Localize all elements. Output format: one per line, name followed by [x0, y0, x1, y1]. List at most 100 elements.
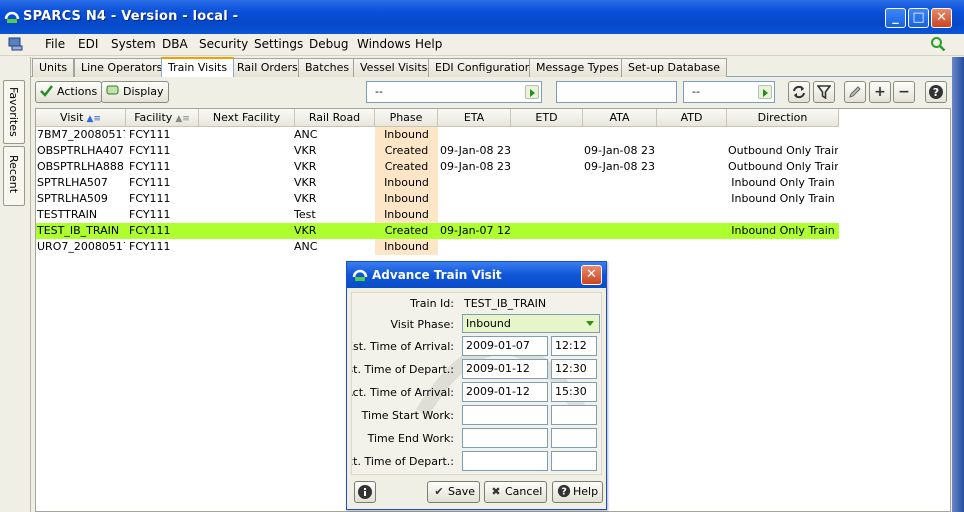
filter-combo-1[interactable]: -- [366, 81, 542, 103]
filter-combo-1-arrow-icon[interactable] [525, 85, 539, 99]
filter-search-input[interactable] [556, 81, 677, 103]
column-header-next-facility[interactable]: Next Facility [199, 109, 295, 127]
cell-ata [584, 239, 656, 255]
dialog-help-button[interactable]: ? Help [552, 481, 604, 503]
menu-file[interactable]: File [45, 37, 65, 51]
cell-phase: Inbound [384, 176, 429, 189]
column-header-etd[interactable]: ETD [511, 109, 583, 127]
cell-rail-road: VKR [294, 224, 317, 237]
train-id-value: TEST_IB_TRAIN [464, 297, 547, 310]
tab-train-visits[interactable]: Train Visits [161, 57, 235, 77]
actions-label: Actions [57, 85, 98, 98]
recent-side-tab[interactable]: Recent [3, 146, 25, 206]
cell-rail-road: Test [294, 208, 316, 221]
menu-dba[interactable]: DBA [162, 37, 188, 51]
cell-visit: OBSPTRLHA407 [37, 144, 124, 157]
pencil-icon [849, 86, 861, 98]
menu-windows[interactable]: Windows [357, 37, 411, 51]
chevron-down-icon[interactable] [586, 321, 594, 326]
cell-eta [440, 207, 512, 223]
maximize-button[interactable]: □ [908, 8, 929, 28]
cell-rail-road: VKR [294, 160, 317, 173]
menu-settings[interactable]: Settings [254, 37, 303, 51]
table-row[interactable]: TESTTRAIN FCY111 Test Inbound [36, 207, 839, 223]
column-header-direction[interactable]: Direction [727, 109, 839, 127]
tab-message-types[interactable]: Message Types [529, 58, 626, 77]
close-button[interactable]: ✕ [931, 8, 952, 28]
atd-date-input[interactable] [462, 451, 548, 471]
cell-atd [658, 143, 726, 159]
cell-atd [658, 127, 726, 143]
end-work-date-input[interactable] [462, 428, 548, 448]
add-button[interactable]: + [869, 81, 891, 103]
column-header-atd[interactable]: ATD [657, 109, 727, 127]
start-work-time-input[interactable] [551, 405, 597, 425]
cell-direction: Outbound Only Train [728, 160, 838, 173]
eta-date-input[interactable]: 2009-01-07 [462, 336, 548, 356]
column-header-ata[interactable]: ATA [583, 109, 657, 127]
cell-rail-road: ANC [294, 128, 318, 141]
end-work-time-input[interactable] [551, 428, 597, 448]
cell-etd [513, 223, 583, 239]
cell-ata [584, 207, 656, 223]
cancel-button[interactable]: ✖ Cancel [484, 481, 548, 503]
tab-units[interactable]: Units [32, 58, 75, 77]
help-button[interactable]: ? [925, 81, 947, 103]
etd-date-input[interactable]: 2009-01-12 [462, 359, 548, 379]
tab-vessel-visits[interactable]: Vessel Visits [353, 58, 435, 77]
tab-rail-orders[interactable]: Rail Orders [230, 58, 305, 77]
favorites-side-tab[interactable]: Favorites [3, 80, 25, 144]
column-header-visit[interactable]: Visit ▲≡ [36, 109, 126, 127]
cell-phase: Inbound [384, 208, 429, 221]
search-icon[interactable] [930, 36, 946, 52]
system-menu-icon[interactable] [8, 36, 24, 52]
table-row[interactable]: 7BM7_20080517 FCY111 ANC Inbound [36, 127, 839, 143]
menu-system[interactable]: System [111, 37, 156, 51]
tab-line-operators[interactable]: Line Operators [74, 58, 170, 77]
cell-facility: FCY111 [129, 208, 171, 221]
menu-help[interactable]: Help [415, 37, 442, 51]
filter-button[interactable] [813, 81, 835, 103]
eta-time-input[interactable]: 12:12 [551, 336, 597, 356]
column-header-rail-road[interactable]: Rail Road [295, 109, 375, 127]
save-button[interactable]: ✔ Save [427, 481, 481, 503]
ata-time-input[interactable]: 15:30 [551, 382, 597, 402]
menu-edi[interactable]: EDI [78, 37, 98, 51]
cell-direction [728, 239, 838, 255]
cell-etd [513, 159, 583, 175]
start-work-date-input[interactable] [462, 405, 548, 425]
dialog-close-button[interactable]: ✕ [581, 265, 602, 285]
menu-security[interactable]: Security [199, 37, 248, 51]
dialog-info-button[interactable] [354, 481, 376, 503]
edit-button[interactable] [844, 81, 866, 103]
etd-label: Est. Time of Depart.: [351, 363, 454, 376]
atd-time-input[interactable] [551, 451, 597, 471]
table-row[interactable]: SPTRLHA509 FCY111 VKR Inbound Inbound Only T… [36, 191, 839, 207]
tab-setup-database[interactable]: Set-up Database [621, 58, 727, 77]
column-header-phase[interactable]: Phase [375, 109, 438, 127]
table-row[interactable]: URO7_20080517 FCY111 ANC Inbound [36, 239, 839, 255]
visit-phase-select[interactable]: Inbound [462, 314, 600, 333]
menu-debug[interactable]: Debug [309, 37, 348, 51]
table-row[interactable]: OBSPTRLHA888 FCY111 VKR Created 09-Jan-08 23… [36, 159, 839, 175]
filter-combo-2-arrow-icon[interactable] [758, 85, 772, 99]
actions-button[interactable]: Actions [35, 81, 103, 103]
cell-rail-road: ANC [294, 240, 318, 253]
refresh-button[interactable] [788, 81, 810, 103]
etd-time-input[interactable]: 12:30 [551, 359, 597, 379]
tab-edi-configuration[interactable]: EDI Configuration [428, 58, 539, 77]
remove-button[interactable]: − [893, 81, 915, 103]
plus-icon: + [874, 84, 886, 100]
ata-date-input[interactable]: 2009-01-12 [462, 382, 548, 402]
minimize-button[interactable]: _ [885, 8, 906, 28]
display-button[interactable]: Display [101, 81, 169, 103]
filter-combo-2[interactable]: -- [683, 81, 775, 103]
table-row[interactable]: TEST_IB_TRAIN FCY111 VKR Created 09-Jan-07 1… [36, 223, 839, 239]
table-row[interactable]: SPTRLHA507 FCY111 VKR Inbound Inbound Only T… [36, 175, 839, 191]
column-header-eta[interactable]: ETA [438, 109, 511, 127]
window-title: SPARCS N4 - Version - local - [23, 9, 239, 24]
cell-visit: SPTRLHA509 [37, 192, 108, 205]
tab-batches[interactable]: Batches [298, 58, 357, 77]
column-header-facility[interactable]: Facility ▲≡ [126, 109, 199, 127]
table-row[interactable]: OBSPTRLHA407 FCY111 VKR Created 09-Jan-08 23… [36, 143, 839, 159]
